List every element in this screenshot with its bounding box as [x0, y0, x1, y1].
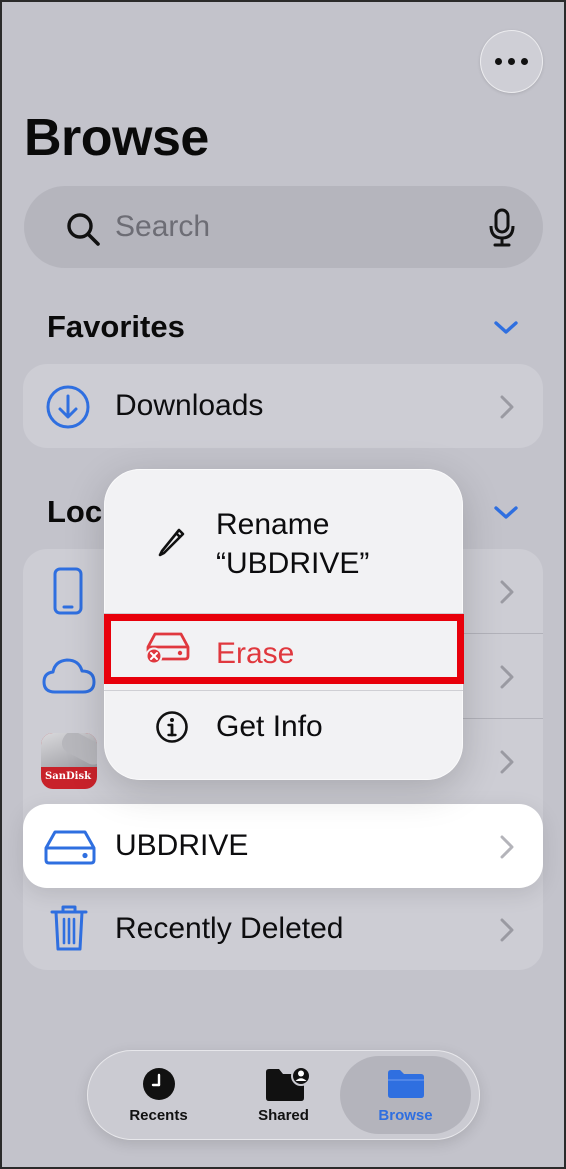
- external-drive-icon: [44, 830, 96, 865]
- tab-label: Browse: [378, 1107, 433, 1124]
- clock-icon: [143, 1068, 175, 1100]
- more-options-button[interactable]: [480, 30, 543, 93]
- chevron-right-icon: [500, 580, 514, 604]
- list-item-label: Recently Deleted: [115, 912, 344, 945]
- chevron-right-icon: [500, 665, 514, 689]
- search-icon: [67, 213, 100, 246]
- icloud-icon: [42, 658, 96, 694]
- sandisk-logo-text: SanDisk: [45, 771, 92, 782]
- shared-folder-icon: [266, 1066, 311, 1101]
- trash-icon: [50, 905, 88, 951]
- favorites-collapse-chevron-down-icon[interactable]: [493, 320, 519, 336]
- tab-browse[interactable]: Browse: [340, 1056, 471, 1134]
- menu-item-get-info[interactable]: Get Info: [104, 691, 463, 780]
- ellipsis-icon: [495, 58, 502, 65]
- tab-label: Shared: [258, 1107, 309, 1124]
- tab-label: Recents: [129, 1107, 188, 1124]
- menu-item-rename[interactable]: Rename “UBDRIVE”: [104, 469, 463, 613]
- list-item-ubdrive[interactable]: UBDRIVE: [23, 804, 543, 888]
- list-item-label: Downloads: [115, 389, 264, 422]
- page-title: Browse: [24, 109, 209, 167]
- tab-recents[interactable]: Recents: [93, 1050, 224, 1140]
- iphone-icon: [53, 567, 83, 615]
- favorites-list: Downloads: [23, 364, 543, 448]
- chevron-right-icon: [500, 918, 514, 942]
- microphone-icon[interactable]: [488, 208, 516, 248]
- tab-shared[interactable]: Shared: [218, 1050, 349, 1140]
- download-circle-icon: [46, 385, 90, 429]
- info-circle-icon: [156, 711, 188, 743]
- pencil-icon: [158, 528, 185, 557]
- erase-highlight-box: [104, 614, 464, 684]
- menu-item-label-secondary: “UBDRIVE”: [216, 547, 370, 580]
- search-bar[interactable]: Search: [24, 186, 543, 268]
- tab-bar: Recents Shared Browse: [87, 1050, 480, 1140]
- sandisk-app-icon: SanDisk: [41, 733, 97, 789]
- list-item-label: UBDRIVE: [115, 829, 249, 862]
- search-placeholder: Search: [115, 210, 211, 243]
- ellipsis-icon-dot: [508, 58, 515, 65]
- list-item-downloads[interactable]: Downloads: [23, 364, 543, 448]
- chevron-right-icon: [500, 835, 514, 859]
- locations-collapse-chevron-down-icon[interactable]: [493, 505, 519, 521]
- chevron-right-icon: [500, 395, 514, 419]
- chevron-right-icon: [500, 750, 514, 774]
- list-item-recently-deleted[interactable]: Recently Deleted: [23, 889, 543, 970]
- menu-item-label: Get Info: [216, 710, 323, 743]
- favorites-section-title: Favorites: [47, 309, 185, 344]
- folder-icon: [388, 1070, 424, 1098]
- ellipsis-icon-dot: [521, 58, 528, 65]
- menu-item-label: Rename: [216, 508, 330, 541]
- locations-section-title: Loc: [47, 494, 103, 529]
